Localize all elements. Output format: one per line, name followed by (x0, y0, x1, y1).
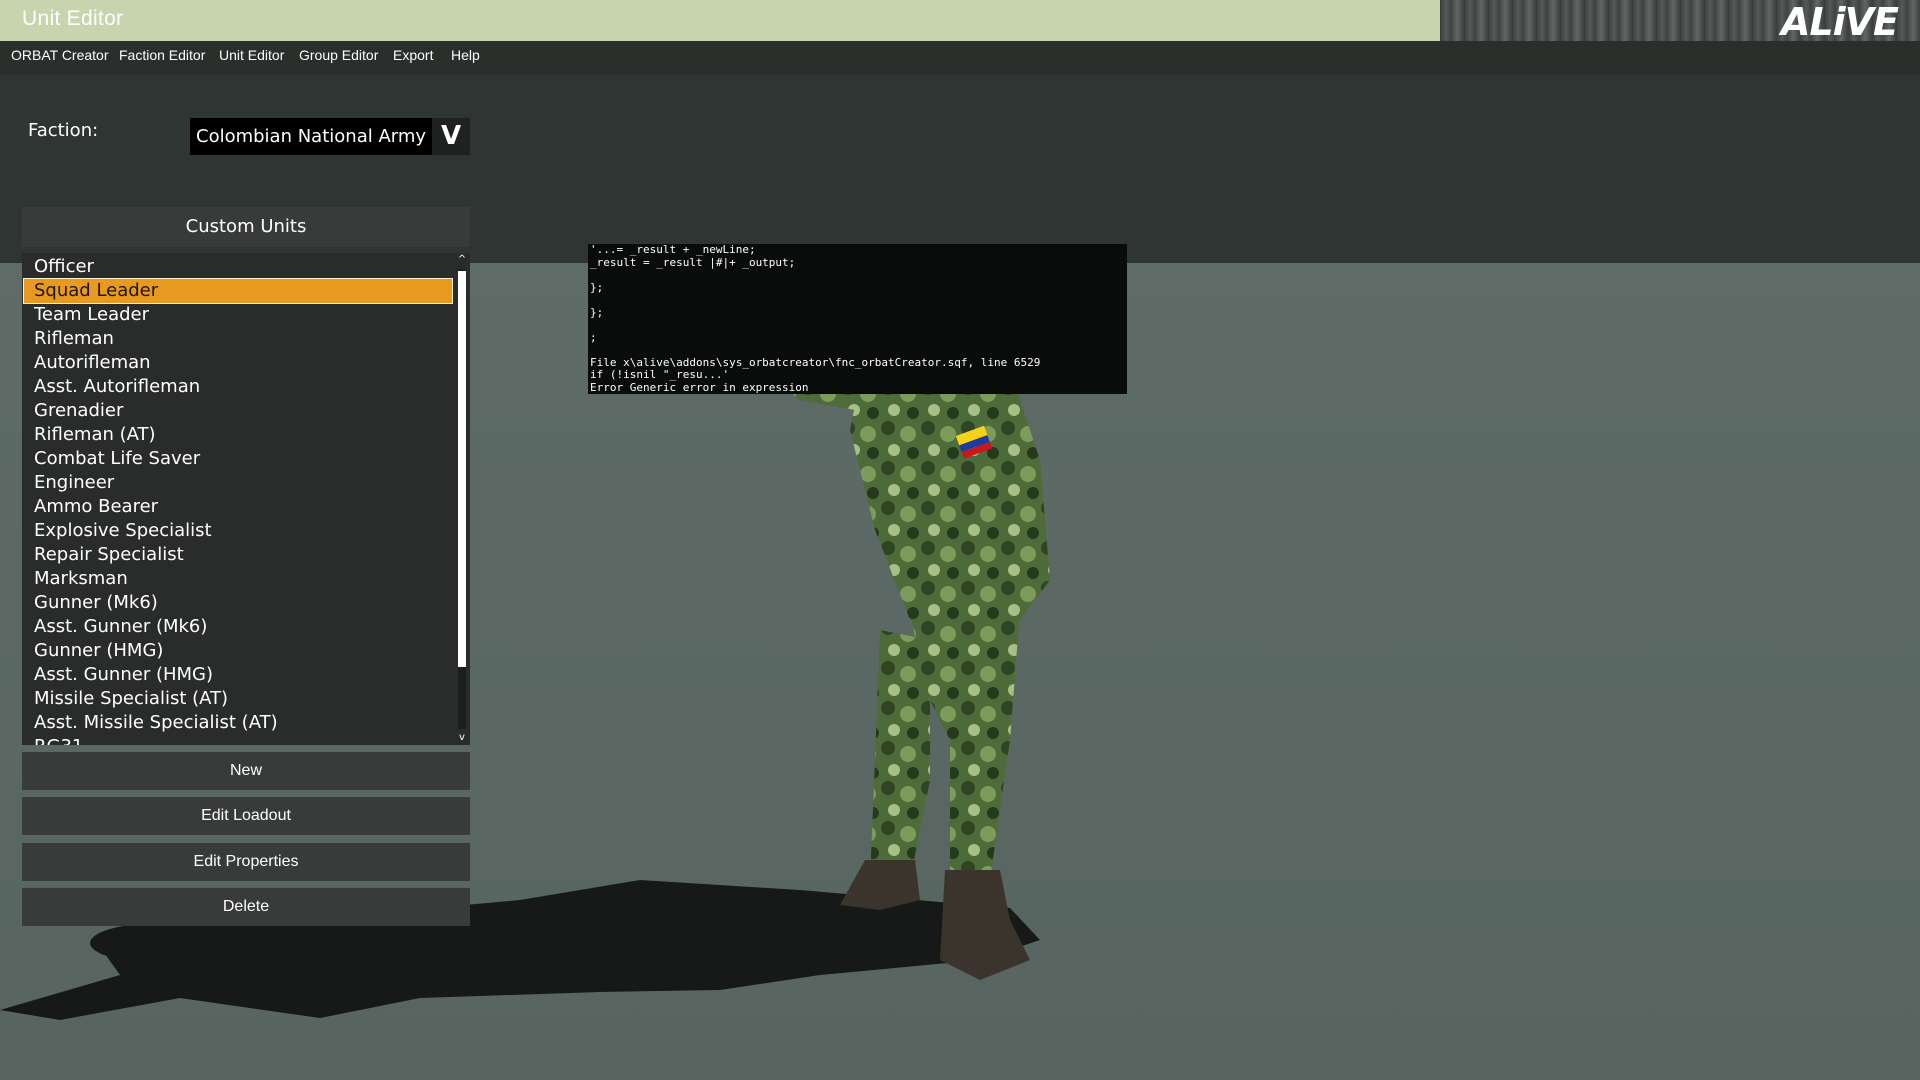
units-list-scrollbar[interactable]: ^ v (456, 253, 468, 745)
unit-list-item[interactable]: Asst. Gunner (Mk6) (24, 615, 452, 639)
unit-list-item[interactable]: RG31 (24, 735, 452, 745)
unit-list-item[interactable]: Rifleman (AT) (24, 423, 452, 447)
unit-list-item[interactable]: Missile Specialist (AT) (24, 687, 452, 711)
unit-list-item[interactable]: Engineer (24, 471, 452, 495)
edit-properties-button[interactable]: Edit Properties (22, 843, 470, 881)
menu-faction-editor[interactable]: Faction Editor (117, 44, 207, 66)
custom-units-header: Custom Units (22, 207, 470, 247)
unit-list-item[interactable]: Autorifleman (24, 351, 452, 375)
brand-banner: ALiVE (1440, 0, 1920, 44)
faction-label: Faction: (28, 120, 99, 141)
unit-list-item[interactable]: Gunner (HMG) (24, 639, 452, 663)
console-line: File x\alive\addons\sys_orbatcreator\fnc… (590, 356, 1041, 369)
console-line: }; (590, 281, 604, 294)
menu-group-editor[interactable]: Group Editor (297, 44, 380, 66)
unit-list-item[interactable]: Explosive Specialist (24, 519, 452, 543)
console-line: Error Generic error in expression (590, 381, 809, 394)
scrollbar-thumb[interactable] (458, 271, 466, 667)
unit-list-item[interactable]: Officer (24, 255, 452, 279)
menu-help[interactable]: Help (449, 44, 482, 66)
unit-list-item[interactable]: Gunner (Mk6) (24, 591, 452, 615)
unit-list-item[interactable]: Team Leader (24, 303, 452, 327)
console-line: if (!isnil "_resu...' (590, 369, 730, 381)
title-bar: Unit Editor (0, 0, 1440, 41)
console-line: _result = _result |#|+ _output; (590, 256, 796, 269)
unit-list-item[interactable]: Rifleman (24, 327, 452, 351)
custom-units-list[interactable]: Officer Squad Leader Team Leader Rifleman Au… (22, 253, 470, 745)
menu-export[interactable]: Export (391, 44, 435, 66)
menu-unit-editor[interactable]: Unit Editor (217, 44, 286, 66)
script-error-console: '...= _result + _newLine; _result = _resu… (588, 244, 1127, 394)
unit-list-item[interactable]: Combat Life Saver (24, 447, 452, 471)
scroll-down-arrow-icon[interactable]: v (456, 731, 468, 745)
edit-loadout-button[interactable]: Edit Loadout (22, 797, 470, 835)
faction-dropdown[interactable]: Colombian National Army - I V (190, 118, 470, 155)
unit-list-item[interactable]: Asst. Missile Specialist (AT) (24, 711, 452, 735)
unit-list-item[interactable]: Asst. Autorifleman (24, 375, 452, 399)
console-line: ; (590, 331, 597, 344)
console-line: }; (590, 306, 604, 319)
faction-dropdown-value: Colombian National Army - I (196, 126, 428, 147)
unit-list-item[interactable]: Ammo Bearer (24, 495, 452, 519)
alive-logo: ALiVE (1780, 0, 1899, 44)
delete-unit-button[interactable]: Delete (22, 888, 470, 926)
menu-bar: ORBAT Creator Faction Editor Unit Editor… (0, 41, 1920, 75)
new-unit-button[interactable]: New (22, 752, 470, 790)
window-title: Unit Editor (22, 7, 124, 30)
unit-list-item[interactable]: Asst. Gunner (HMG) (24, 663, 452, 687)
unit-list-item[interactable]: Marksman (24, 567, 452, 591)
unit-list-item[interactable]: Repair Specialist (24, 543, 452, 567)
unit-list-item[interactable]: Squad Leader (23, 278, 453, 304)
menu-orbat-creator[interactable]: ORBAT Creator (9, 44, 111, 66)
console-line: '...= _result + _newLine; (590, 244, 756, 256)
scroll-up-arrow-icon[interactable]: ^ (456, 253, 468, 267)
unit-list-item[interactable]: Grenadier (24, 399, 452, 423)
dropdown-arrow-icon[interactable]: V (432, 118, 470, 155)
